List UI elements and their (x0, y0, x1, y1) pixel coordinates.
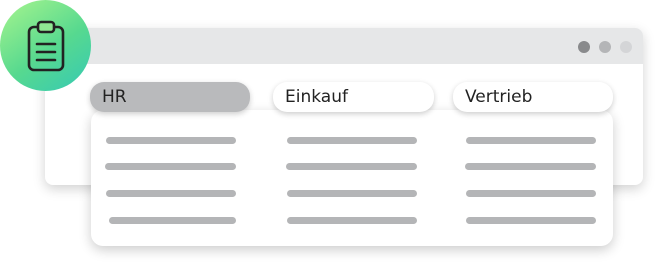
window-control-dot[interactable] (599, 41, 611, 53)
placeholder-line (287, 137, 417, 144)
placeholder-line (466, 190, 596, 197)
placeholder-line (287, 190, 417, 197)
window-control-dot[interactable] (578, 41, 590, 53)
placeholder-line (286, 163, 417, 170)
window-control-dot[interactable] (620, 41, 632, 53)
placeholder-line (106, 137, 236, 144)
placeholder-line (466, 217, 596, 224)
content-panel (91, 110, 613, 246)
placeholder-line (287, 217, 417, 224)
tab-hr[interactable]: HR (90, 82, 250, 112)
placeholder-line (106, 190, 236, 197)
tab-einkauf[interactable]: Einkauf (273, 82, 434, 112)
placeholder-line (105, 163, 236, 170)
window-titlebar (45, 28, 643, 64)
clipboard-badge (0, 0, 91, 91)
placeholder-line (109, 217, 236, 224)
placeholder-line (465, 163, 596, 170)
tab-vertrieb[interactable]: Vertrieb (453, 82, 613, 112)
placeholder-line (466, 137, 596, 144)
